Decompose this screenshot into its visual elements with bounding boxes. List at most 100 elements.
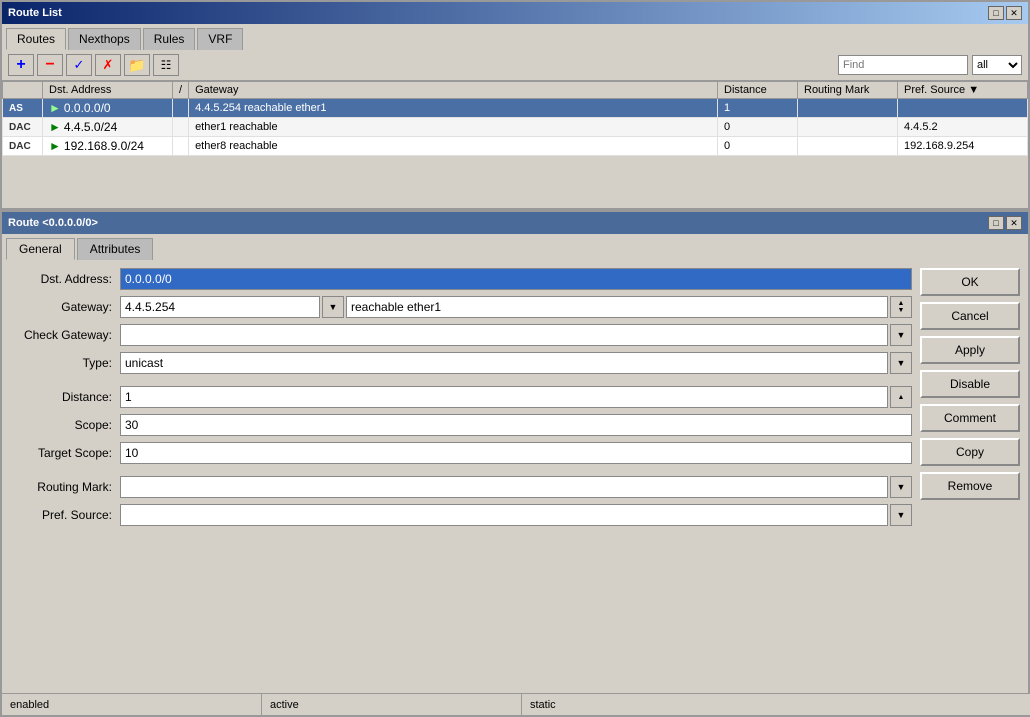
check-gateway-row: Check Gateway: ▼ bbox=[10, 324, 912, 346]
close-btn[interactable]: ✕ bbox=[1006, 6, 1022, 20]
tab-routes[interactable]: Routes bbox=[6, 28, 66, 50]
col-pref-source[interactable]: Pref. Source ▼ bbox=[898, 82, 1028, 99]
scope-label: Scope: bbox=[10, 418, 120, 432]
target-scope-label: Target Scope: bbox=[10, 446, 120, 460]
apply-button[interactable]: Apply bbox=[920, 336, 1020, 364]
btn-panel: OK Cancel Apply Disable Comment Copy Rem… bbox=[920, 268, 1020, 703]
tab-attributes[interactable]: Attributes bbox=[77, 238, 154, 260]
tab-vrf[interactable]: VRF bbox=[197, 28, 243, 50]
table-row[interactable]: DAC ►4.4.5.0/24 ether1 reachable 0 4.4.5… bbox=[3, 118, 1028, 137]
check-btn[interactable]: ✓ bbox=[66, 54, 92, 76]
gateway-label: Gateway: bbox=[10, 300, 120, 314]
check-gateway-dropdown-btn[interactable]: ▼ bbox=[890, 324, 912, 346]
status-enabled: enabled bbox=[2, 694, 262, 715]
find-input[interactable] bbox=[838, 55, 968, 75]
status-static: static bbox=[522, 694, 1030, 715]
distance-label: Distance: bbox=[10, 390, 120, 404]
pref-source-input[interactable] bbox=[120, 504, 888, 526]
route-list-window: Route List □ ✕ Routes Nexthops Rules VRF… bbox=[0, 0, 1030, 210]
remove-route-btn[interactable]: − bbox=[37, 54, 63, 76]
row-mark-2 bbox=[798, 137, 898, 156]
ok-button[interactable]: OK bbox=[920, 268, 1020, 296]
type-row: Type: ▼ bbox=[10, 352, 912, 374]
find-area: all bbox=[838, 55, 1022, 75]
scope-input[interactable] bbox=[120, 414, 912, 436]
dst-address-input[interactable] bbox=[120, 268, 912, 290]
tab-general[interactable]: General bbox=[6, 238, 75, 260]
table-row[interactable]: AS ►0.0.0.0/0 4.4.5.254 reachable ether1… bbox=[3, 99, 1028, 118]
restore-btn[interactable]: □ bbox=[988, 6, 1004, 20]
row-dst-2: 192.168.9.0/24 bbox=[64, 139, 144, 153]
row-mark-1 bbox=[798, 118, 898, 137]
dialog-close-btn[interactable]: ✕ bbox=[1006, 216, 1022, 230]
route-list-tabs: Routes Nexthops Rules VRF bbox=[2, 24, 1028, 50]
filter-btn[interactable]: ☷ bbox=[153, 54, 179, 76]
dialog-restore-btn[interactable]: □ bbox=[988, 216, 1004, 230]
routing-mark-dropdown-btn[interactable]: ▼ bbox=[890, 476, 912, 498]
tab-rules[interactable]: Rules bbox=[143, 28, 196, 50]
route-dialog-titlebar-btns: □ ✕ bbox=[988, 216, 1022, 230]
table-row[interactable]: DAC ►192.168.9.0/24 ether8 reachable 0 1… bbox=[3, 137, 1028, 156]
gateway-updown-btn[interactable]: ▲ ▼ bbox=[890, 296, 912, 318]
distance-input[interactable] bbox=[120, 386, 888, 408]
col-sep: / bbox=[173, 82, 189, 99]
disable-button[interactable]: Disable bbox=[920, 370, 1020, 398]
routing-mark-input[interactable] bbox=[120, 476, 888, 498]
row-dst-1: 4.4.5.0/24 bbox=[64, 120, 117, 134]
col-gateway[interactable]: Gateway bbox=[189, 82, 718, 99]
pref-source-row: Pref. Source: ▼ bbox=[10, 504, 912, 526]
dialog-tabs: General Attributes bbox=[2, 234, 1028, 260]
gateway-input1[interactable] bbox=[120, 296, 320, 318]
route-list-titlebar: Route List □ ✕ bbox=[2, 2, 1028, 24]
target-scope-input[interactable] bbox=[120, 442, 912, 464]
type-label: Type: bbox=[10, 356, 120, 370]
row-dist-1: 0 bbox=[718, 118, 798, 137]
route-list-title: Route List bbox=[8, 7, 62, 19]
status-active: active bbox=[262, 694, 522, 715]
cross-btn[interactable]: ✗ bbox=[95, 54, 121, 76]
type-dropdown-btn[interactable]: ▼ bbox=[890, 352, 912, 374]
routing-mark-label: Routing Mark: bbox=[10, 480, 120, 494]
row-gw-0: 4.4.5.254 reachable ether1 bbox=[189, 99, 718, 118]
col-distance[interactable]: Distance bbox=[718, 82, 798, 99]
gateway-input2[interactable] bbox=[346, 296, 888, 318]
route-table: Dst. Address / Gateway Distance Routing … bbox=[2, 81, 1028, 156]
row-dist-2: 0 bbox=[718, 137, 798, 156]
find-scope-select[interactable]: all bbox=[972, 55, 1022, 75]
comment-button[interactable]: Comment bbox=[920, 404, 1020, 432]
routing-mark-wrapper: ▼ bbox=[120, 476, 912, 498]
dst-address-label: Dst. Address: bbox=[10, 272, 120, 286]
route-list-toolbar: + − ✓ ✗ 📁 ☷ all bbox=[2, 50, 1028, 81]
type-input[interactable] bbox=[120, 352, 888, 374]
route-dialog-window: Route <0.0.0.0/0> □ ✕ General Attributes… bbox=[0, 210, 1030, 717]
cancel-button[interactable]: Cancel bbox=[920, 302, 1020, 330]
pref-source-dropdown-btn[interactable]: ▼ bbox=[890, 504, 912, 526]
gateway-dropdown1-btn[interactable]: ▼ bbox=[322, 296, 344, 318]
row-pref-0 bbox=[898, 99, 1028, 118]
route-list-titlebar-btns: □ ✕ bbox=[988, 6, 1022, 20]
check-gateway-input[interactable] bbox=[120, 324, 888, 346]
tab-nexthops[interactable]: Nexthops bbox=[68, 28, 141, 50]
remove-button[interactable]: Remove bbox=[920, 472, 1020, 500]
row-type-0: AS bbox=[9, 103, 23, 114]
form-panel: Dst. Address: Gateway: ▼ ▲ ▼ Check bbox=[10, 268, 912, 703]
row-pref-1: 4.4.5.2 bbox=[898, 118, 1028, 137]
pref-source-label: Pref. Source: bbox=[10, 508, 120, 522]
check-gateway-label: Check Gateway: bbox=[10, 328, 120, 342]
folder-btn[interactable]: 📁 bbox=[124, 54, 150, 76]
row-type-2: DAC bbox=[9, 141, 31, 152]
distance-updown-btn[interactable]: ▲ bbox=[890, 386, 912, 408]
check-gateway-wrapper: ▼ bbox=[120, 324, 912, 346]
col-dst[interactable]: Dst. Address bbox=[43, 82, 173, 99]
dialog-body: Dst. Address: Gateway: ▼ ▲ ▼ Check bbox=[2, 260, 1028, 711]
gateway-wrapper: ▼ ▲ ▼ bbox=[120, 296, 912, 318]
routing-mark-row: Routing Mark: ▼ bbox=[10, 476, 912, 498]
col-routing-mark[interactable]: Routing Mark bbox=[798, 82, 898, 99]
route-dialog-titlebar: Route <0.0.0.0/0> □ ✕ bbox=[2, 212, 1028, 234]
scope-row: Scope: bbox=[10, 414, 912, 436]
col-type bbox=[3, 82, 43, 99]
copy-button[interactable]: Copy bbox=[920, 438, 1020, 466]
row-pref-2: 192.168.9.254 bbox=[898, 137, 1028, 156]
distance-row: Distance: ▲ bbox=[10, 386, 912, 408]
add-route-btn[interactable]: + bbox=[8, 54, 34, 76]
